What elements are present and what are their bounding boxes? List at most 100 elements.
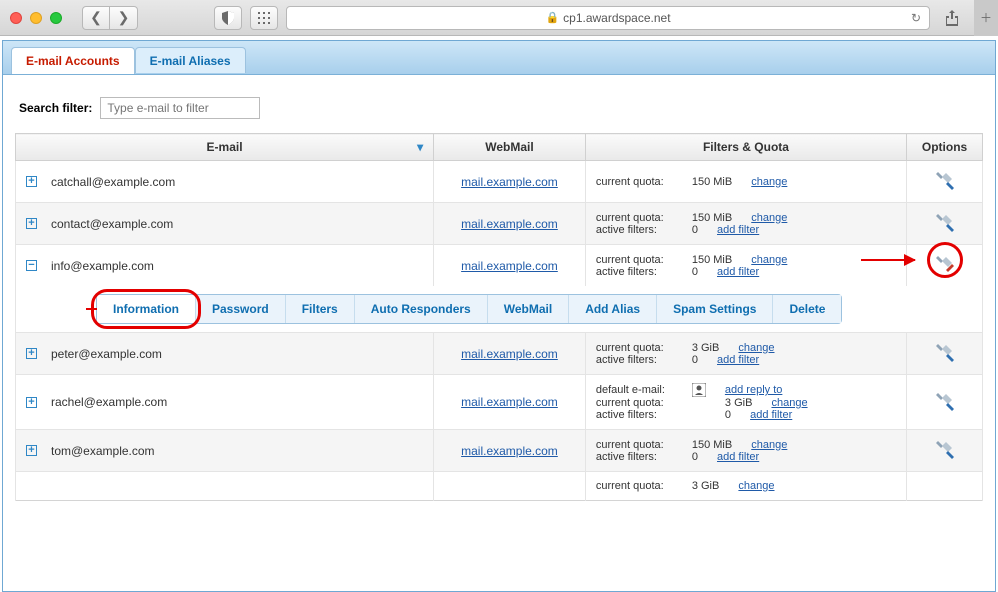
search-filter-row: Search filter: (19, 97, 979, 119)
tools-expand-icon (934, 341, 956, 363)
collapse-toggle[interactable]: − (26, 260, 37, 271)
cp-body: Search filter: E-mail▾ WebMail Filters &… (3, 75, 995, 515)
tools-expand-icon (934, 211, 956, 233)
minimize-window-icon[interactable] (30, 12, 42, 24)
add-filter-link[interactable]: add filter (750, 409, 792, 421)
filters-label: active filters: (596, 451, 684, 463)
subtab-information[interactable]: Information (97, 295, 196, 323)
fullscreen-window-icon[interactable] (50, 12, 62, 24)
change-quota-link[interactable]: change (738, 342, 774, 354)
subtab-autoresponders[interactable]: Auto Responders (355, 295, 488, 323)
webmail-link[interactable]: mail.example.com (461, 175, 558, 189)
email-address: tom@example.com (51, 444, 155, 458)
close-window-icon[interactable] (10, 12, 22, 24)
filters-value: 0 (692, 266, 698, 278)
forward-button[interactable]: ❯ (110, 6, 138, 30)
quota-label: current quota: (596, 439, 684, 451)
tab-email-aliases[interactable]: E-mail Aliases (135, 47, 246, 73)
change-quota-link[interactable]: change (751, 212, 787, 224)
webmail-link[interactable]: mail.example.com (461, 259, 558, 273)
subtab-add-alias[interactable]: Add Alias (569, 295, 657, 323)
change-quota-link[interactable]: change (771, 397, 807, 409)
expand-toggle[interactable]: + (26, 397, 37, 408)
webmail-link[interactable]: mail.example.com (461, 395, 558, 409)
back-button[interactable]: ❮ (82, 6, 110, 30)
sort-caret-icon: ▾ (417, 140, 423, 154)
quota-label: current quota: (596, 176, 684, 188)
add-filter-link[interactable]: add filter (717, 266, 759, 278)
email-address: contact@example.com (51, 217, 173, 231)
webmail-link[interactable]: mail.example.com (461, 217, 558, 231)
tab-email-accounts[interactable]: E-mail Accounts (11, 47, 135, 74)
control-panel: E-mail Accounts E-mail Aliases Search fi… (2, 40, 996, 592)
webmail-link[interactable]: mail.example.com (461, 347, 558, 361)
reload-icon[interactable]: ↻ (911, 11, 921, 25)
quota-value: 3 GiB (692, 480, 720, 492)
add-filter-link[interactable]: add filter (717, 451, 759, 463)
table-row: −info@example.com mail.example.com curre… (16, 245, 983, 287)
reader-button[interactable] (214, 6, 242, 30)
subtab-filters[interactable]: Filters (286, 295, 355, 323)
email-address: peter@example.com (51, 347, 162, 361)
filters-value: 0 (692, 451, 698, 463)
tools-collapse-icon (934, 253, 956, 275)
browser-toolbar: ❮ ❯ 🔒 cp1.awardspace.net ↻ ＋ (0, 0, 998, 36)
quota-label: current quota: (596, 342, 684, 354)
options-button[interactable] (934, 341, 956, 363)
options-button[interactable] (934, 438, 956, 460)
table-row: current quota:3 GiB change (16, 472, 983, 501)
options-button[interactable] (934, 390, 956, 412)
tools-expand-icon (934, 438, 956, 460)
account-subtabs: Information Password Filters Auto Respon… (96, 294, 842, 324)
tools-expand-icon (934, 169, 956, 191)
email-address: info@example.com (51, 259, 154, 273)
grid-button[interactable] (250, 6, 278, 30)
filters-value: 0 (725, 409, 731, 421)
add-reply-to-link[interactable]: add reply to (725, 384, 782, 396)
change-quota-link[interactable]: change (751, 439, 787, 451)
table-row: + catchall@example.com mail.example.com c… (16, 161, 983, 203)
quota-value: 3 GiB (725, 397, 753, 409)
th-options[interactable]: Options (907, 134, 983, 161)
change-quota-link[interactable]: change (751, 254, 787, 266)
change-quota-link[interactable]: change (751, 176, 787, 188)
options-button[interactable] (934, 169, 956, 191)
options-button[interactable] (934, 211, 956, 233)
grid-icon (258, 12, 270, 24)
filters-label: active filters: (596, 266, 684, 278)
th-webmail[interactable]: WebMail (434, 134, 586, 161)
avatar-icon (692, 383, 706, 397)
quota-value: 150 MiB (692, 176, 732, 188)
default-email-label: default e-mail: (596, 384, 684, 396)
email-address: catchall@example.com (51, 175, 175, 189)
tools-expand-icon (934, 390, 956, 412)
search-input[interactable] (100, 97, 260, 119)
th-email[interactable]: E-mail▾ (16, 134, 434, 161)
subtab-spam-settings[interactable]: Spam Settings (657, 295, 773, 323)
expand-toggle[interactable]: + (26, 176, 37, 187)
quota-label: current quota: (596, 212, 684, 224)
address-bar[interactable]: 🔒 cp1.awardspace.net ↻ (286, 6, 930, 30)
webmail-link[interactable]: mail.example.com (461, 444, 558, 458)
add-filter-link[interactable]: add filter (717, 224, 759, 236)
add-filter-link[interactable]: add filter (717, 354, 759, 366)
new-tab-button[interactable]: ＋ (974, 0, 998, 36)
change-quota-link[interactable]: change (738, 480, 774, 492)
filters-label: active filters: (596, 354, 684, 366)
th-filters-quota[interactable]: Filters & Quota (585, 134, 906, 161)
table-row: + contact@example.com mail.example.com cu… (16, 203, 983, 245)
subtab-webmail[interactable]: WebMail (488, 295, 569, 323)
expand-toggle[interactable]: + (26, 348, 37, 359)
table-row: +rachel@example.com mail.example.com def… (16, 375, 983, 430)
shield-icon (222, 11, 234, 25)
share-button[interactable] (938, 6, 966, 30)
filters-label: active filters: (596, 409, 684, 421)
subtab-delete[interactable]: Delete (773, 295, 841, 323)
expand-toggle[interactable]: + (26, 445, 37, 456)
options-button-expanded[interactable] (934, 253, 956, 275)
url-text: cp1.awardspace.net (563, 11, 670, 25)
subtabs-row: Information Password Filters Auto Respon… (16, 286, 983, 333)
subtab-password[interactable]: Password (196, 295, 286, 323)
expand-toggle[interactable]: + (26, 218, 37, 229)
email-accounts-table: E-mail▾ WebMail Filters & Quota Options … (15, 133, 983, 501)
